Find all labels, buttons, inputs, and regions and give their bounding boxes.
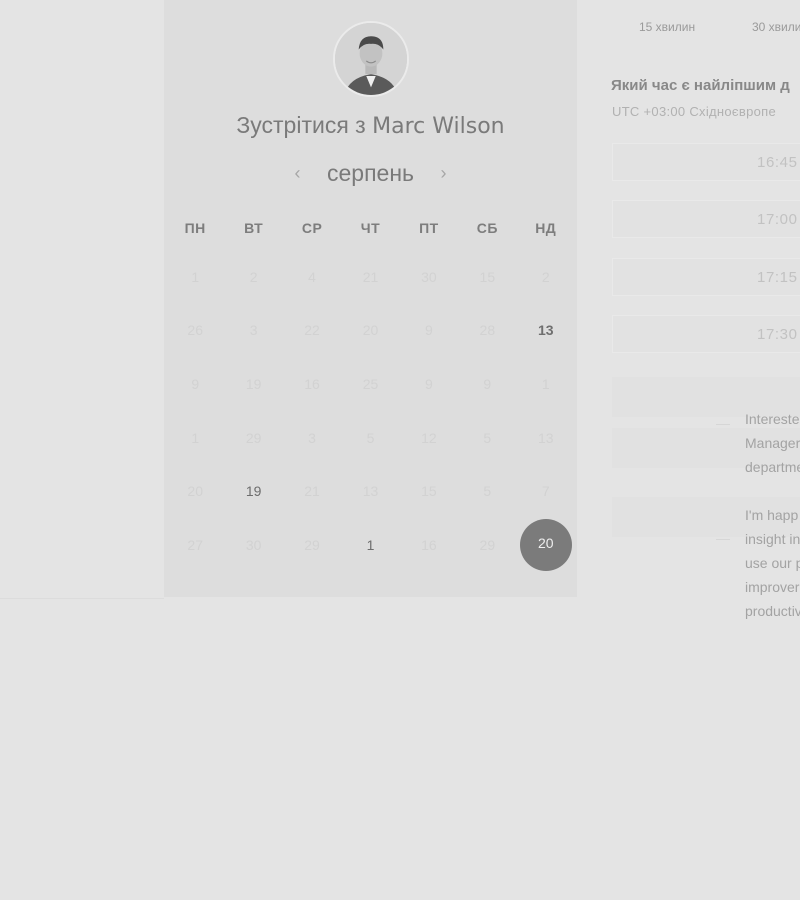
calendar-day: 3 xyxy=(308,429,316,446)
calendar-week: 20 19 21 13 15 5 7 xyxy=(166,464,575,518)
calendar-day: 29 xyxy=(304,536,320,553)
promo-line: Manager xyxy=(745,435,800,451)
calendar-day: 2 xyxy=(541,268,550,285)
weekday-thu: ЧТ xyxy=(360,220,381,236)
calendar-day: 13 xyxy=(537,429,554,446)
calendar-day-available[interactable]: 1 xyxy=(341,537,399,553)
timezone-selector[interactable]: UTC +03:00 Східноєвропе xyxy=(612,104,776,119)
host-name: Marc Wilson xyxy=(372,114,505,139)
calendar-day: 5 xyxy=(483,483,492,500)
calendar-day: 9 xyxy=(191,375,200,392)
calendar-day: 22 xyxy=(304,322,320,339)
calendar-day: 16 xyxy=(421,536,437,553)
calendar-day: 5 xyxy=(483,429,492,446)
time-slot-label: 16:45 xyxy=(757,154,798,171)
calendar-day: 29 xyxy=(245,429,262,446)
calendar-week: 1 2 4 21 30 15 2 xyxy=(166,250,575,304)
promo-line: productiv xyxy=(745,603,800,619)
tab-30-minutes[interactable]: 30 хвили xyxy=(752,20,800,34)
left-panel xyxy=(0,0,164,599)
divider xyxy=(716,424,730,425)
calendar-day: 2 xyxy=(249,268,258,285)
calendar-day: 29 xyxy=(479,536,496,553)
calendar-day: 16 xyxy=(304,375,320,392)
time-slot-label: 17:15 xyxy=(757,269,798,286)
calendar-day: 25 xyxy=(362,375,379,392)
calendar-day: 20 xyxy=(362,322,379,339)
calendar-day: 9 xyxy=(483,375,492,392)
calendar-day: 21 xyxy=(304,483,320,500)
calendar-day: 9 xyxy=(425,375,433,392)
meeting-title: Зустрітися з Marc Wilson xyxy=(164,112,577,139)
duration-tabs: 15 хвилин 30 хвили xyxy=(0,20,800,40)
time-slot[interactable]: 17:15 xyxy=(612,258,800,296)
current-month: серпень xyxy=(326,159,414,186)
weekday-tue: ВТ xyxy=(244,220,264,236)
calendar-day: 30 xyxy=(421,268,437,285)
page: Зустрітися з Marc Wilson ‹ серпень › ПН … xyxy=(0,0,800,900)
time-slot-label: 17:30 xyxy=(757,326,798,343)
calendar-day: 4 xyxy=(308,268,316,285)
promo-line: insight in xyxy=(745,531,800,547)
weekday-header: ПН ВТ СР ЧТ ПТ СБ НД xyxy=(166,206,575,250)
weekday-sun: НД xyxy=(535,220,557,236)
promo-line: Intereste xyxy=(745,411,800,427)
calendar-day: 30 xyxy=(245,536,262,553)
calendar-day: 19 xyxy=(245,375,262,392)
calendar-day: 28 xyxy=(479,322,496,339)
calendar-day: 27 xyxy=(187,536,203,553)
calendar-day: 15 xyxy=(479,268,496,285)
divider xyxy=(716,539,730,540)
selected-day-number: 20 xyxy=(519,518,572,571)
calendar-day: 5 xyxy=(366,429,375,446)
time-slot[interactable]: 17:00 xyxy=(612,200,800,238)
calendar-day: 26 xyxy=(187,322,203,339)
time-slot[interactable]: 16:45 xyxy=(612,143,800,181)
promo-line: departme xyxy=(745,459,800,475)
time-slot-label: 17:00 xyxy=(757,211,798,228)
calendar-day: 20 xyxy=(187,483,203,500)
calendar-day: 1 xyxy=(191,429,200,446)
calendar-day: 1 xyxy=(541,375,550,392)
promo-line: I'm happ xyxy=(745,507,799,523)
calendar-day: 7 xyxy=(541,483,550,500)
meeting-title-prefix: Зустрітися з xyxy=(236,112,366,138)
weekday-wed: СР xyxy=(301,220,323,236)
calendar-week: 26 3 22 20 9 28 13 xyxy=(166,304,575,358)
time-slot[interactable]: 17:30 xyxy=(612,315,800,353)
month-navigation: ‹ серпень › xyxy=(164,158,577,188)
weekday-sat: СБ xyxy=(476,220,498,236)
weekday-mon: ПН xyxy=(184,220,206,236)
tab-15-minutes[interactable]: 15 хвилин xyxy=(639,20,695,34)
chevron-right-icon[interactable]: › xyxy=(437,163,451,184)
promo-paragraph: I'm happ insight in use our p improver p… xyxy=(745,503,800,623)
calendar-day: 3 xyxy=(249,322,258,339)
calendar-day: 15 xyxy=(421,483,437,500)
calendar-day: 21 xyxy=(362,268,379,285)
calendar-week: 27 30 29 1 16 29 20 xyxy=(166,518,575,572)
calendar-day: 12 xyxy=(421,429,437,446)
promo-line: improver xyxy=(745,579,800,595)
calendar-day: 1 xyxy=(191,268,200,285)
calendar-day-selected[interactable]: 20 xyxy=(517,518,575,571)
promo-text: Intereste Manager departme I'm happ insi… xyxy=(745,407,800,647)
weekday-fri: ПТ xyxy=(419,220,439,236)
calendar-day-available[interactable]: 13 xyxy=(517,322,575,338)
calendar-day: 13 xyxy=(362,483,379,500)
calendar-week: 9 19 16 25 9 9 1 xyxy=(166,357,575,411)
calendar-day: 9 xyxy=(425,322,433,339)
calendar-day-available[interactable]: 19 xyxy=(224,483,282,499)
promo-paragraph: Intereste Manager departme xyxy=(745,407,800,479)
calendar-week: 1 29 3 5 12 5 13 xyxy=(166,411,575,465)
calendar-grid: ПН ВТ СР ЧТ ПТ СБ НД 1 2 4 21 30 15 2 26… xyxy=(166,206,575,572)
promo-line: use our p xyxy=(745,555,800,571)
time-question: Який час є найліпшим д xyxy=(611,77,790,94)
chevron-left-icon[interactable]: ‹ xyxy=(291,163,305,184)
